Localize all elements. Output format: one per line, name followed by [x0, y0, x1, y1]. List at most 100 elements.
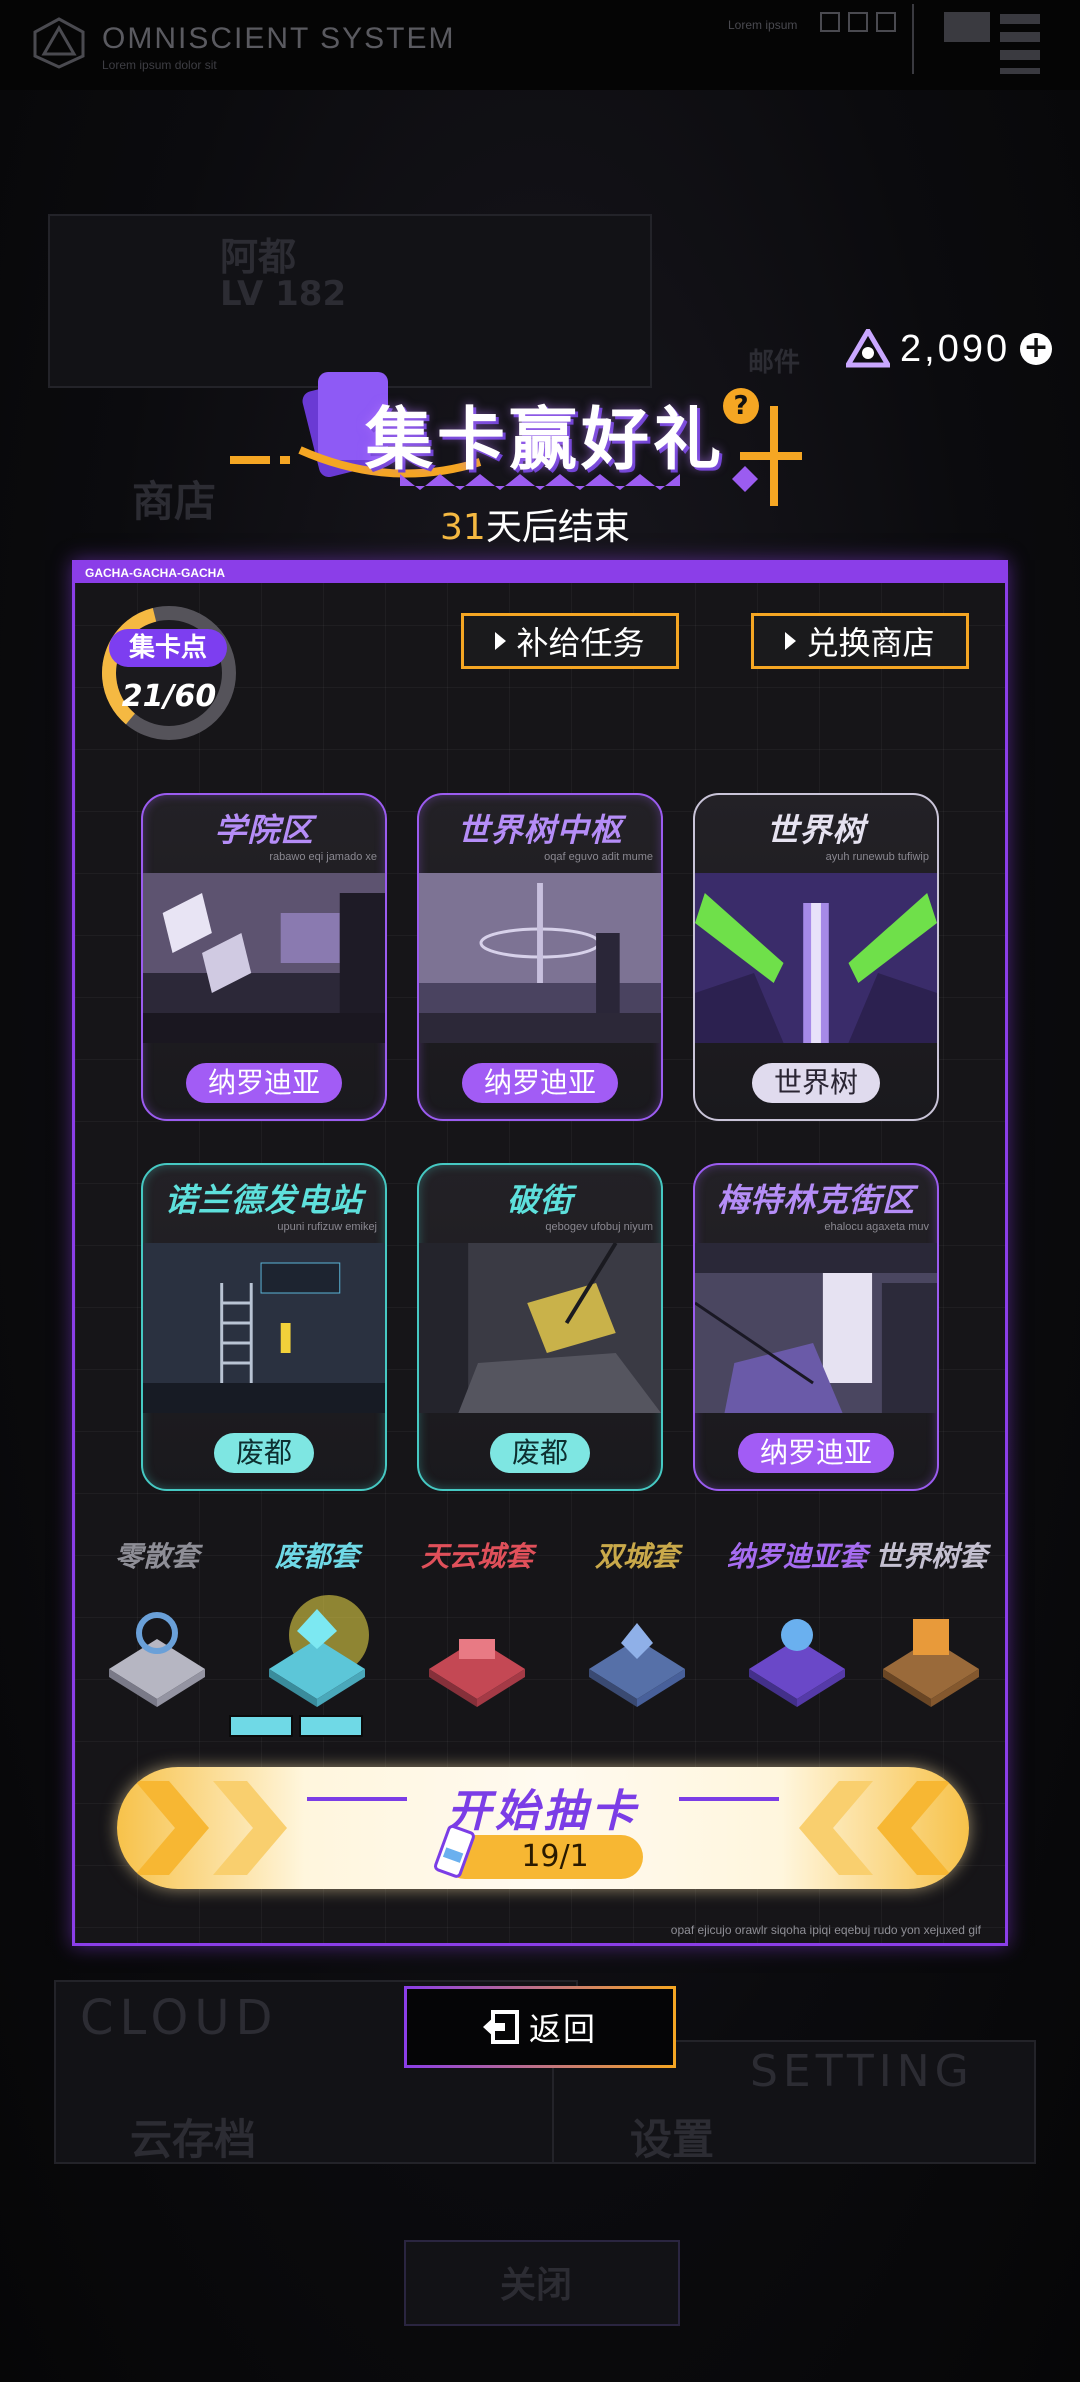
panel-header-text: GACHA-GACHA-GACHA [85, 566, 225, 580]
gacha-panel: GACHA-GACHA-GACHA 集卡点 21/60 补给任务 兑换商店 学院… [72, 560, 1008, 1946]
card-tag: 纳罗迪亚 [185, 1063, 343, 1103]
card-subtitle: ayuh runewub tufiwip [825, 851, 929, 863]
days-suffix: 天后结束 [485, 507, 630, 548]
play-icon [785, 632, 797, 650]
divider [912, 4, 914, 74]
gem-icon [846, 329, 890, 368]
set-name: 天云城套 [420, 1540, 533, 1573]
checkbox-icon [820, 12, 840, 32]
card-name: 学院区 [214, 811, 314, 849]
system-title: OMNISCIENT SYSTEM [102, 22, 456, 55]
set-shuangcheng[interactable]: 双城套 [559, 1535, 715, 1745]
system-logo-icon [33, 17, 85, 69]
shop-label: 商店 [132, 477, 217, 526]
supply-task-label: 补给任务 [516, 624, 645, 662]
card-subtitle: ehalocu agaxeta muv [824, 1221, 929, 1233]
set-icon-sky-city [429, 1639, 525, 1707]
event-title: 集卡赢好礼 [365, 401, 726, 480]
exchange-shop-label: 兑换商店 [806, 624, 935, 662]
set-name: 纳罗迪亚套 [726, 1540, 867, 1573]
card-art-world-tree-core [419, 873, 661, 1043]
set-icon-ruined-city [269, 1595, 369, 1707]
checkbox-icon [876, 12, 896, 32]
close-label: 关闭 [500, 2265, 573, 2306]
points-ring: 集卡点 21/60 [99, 603, 239, 743]
card-subtitle: oqaf eguvo adit mume [544, 851, 653, 863]
draw-label: 开始抽卡 [447, 1786, 639, 1837]
set-name: 废都套 [274, 1540, 359, 1573]
card-meitelinke[interactable]: 梅特林克街区 ehalocu agaxeta muv 纳罗迪亚 [693, 1163, 939, 1491]
card-name: 世界树中枢 [457, 811, 623, 849]
progress-ring-icon [102, 606, 236, 740]
card-name: 世界树 [766, 811, 866, 849]
card-name: 诺兰德发电站 [164, 1181, 363, 1219]
currency-amount: 2,090 [900, 327, 1011, 370]
set-name: 双城套 [594, 1540, 679, 1573]
set-shijieshu[interactable]: 世界树套 [853, 1535, 1009, 1745]
play-icon [495, 632, 507, 650]
progress-segment [299, 1715, 363, 1737]
setting-caption: SETTING [750, 2046, 974, 2097]
bars-icon [1000, 14, 1040, 74]
card-nuolande[interactable]: 诺兰德发电站 upuni rufizuw emikej 废都 [141, 1163, 387, 1491]
set-icon-gear [109, 1612, 205, 1707]
set-icon-twin-city [589, 1623, 685, 1707]
start-draw-button[interactable]: 开始抽卡 19/1 [117, 1767, 969, 1889]
cloud-caption: CLOUD [80, 1990, 279, 2046]
card-art-maeterlinck [695, 1243, 937, 1413]
card-tag: 纳罗迪亚 [461, 1063, 619, 1103]
set-feidu[interactable]: 废都套 [239, 1535, 395, 1745]
card-tag: 废都 [489, 1433, 591, 1473]
set-tianyuncheng[interactable]: 天云城套 [399, 1535, 555, 1745]
cloud-save-label: 云存档 [130, 2115, 257, 2164]
set-icon-world-tree [883, 1619, 979, 1707]
supply-task-button[interactable]: 补给任务 [461, 613, 679, 669]
set-lingsan[interactable]: 零散套 [79, 1535, 235, 1745]
return-icon [482, 2010, 519, 2044]
system-right-text: Lorem ipsum [728, 18, 798, 32]
event-title-block: 集卡赢好礼 ? 31天后结束 [230, 362, 810, 552]
player-level: LV 182 [220, 274, 347, 314]
card-pojie[interactable]: 破街 qebogev ufobuj niyum 废都 [417, 1163, 663, 1491]
card-shijieshu[interactable]: 世界树 ayuh runewub tufiwip 世界树 [693, 793, 939, 1121]
set-naluodiya[interactable]: 纳罗迪亚套 [719, 1535, 875, 1745]
set-progress [229, 1715, 363, 1737]
card-tag: 废都 [213, 1433, 315, 1473]
return-label: 返回 [528, 2010, 597, 2048]
panel-footer: opaf ejicujo orawlr siqoha ipiqi eqebuj … [670, 1923, 981, 1937]
set-icon-nalodia [749, 1619, 845, 1707]
system-subtitle: Lorem ipsum dolor sit [102, 58, 217, 72]
card-tag: 纳罗迪亚 [737, 1433, 895, 1473]
card-subtitle: upuni rufizuw emikej [277, 1221, 377, 1233]
points-label: 集卡点 [109, 629, 227, 667]
card-name: 梅特林克街区 [716, 1181, 915, 1219]
panel-icon [944, 12, 990, 42]
card-subtitle: qebogev ufobuj niyum [545, 1221, 653, 1233]
card-art-world-tree [695, 873, 937, 1043]
return-button[interactable]: 返回 [404, 1986, 676, 2068]
days-number: 31 [440, 507, 486, 548]
card-xueyuanqu[interactable]: 学院区 rabawo eqi jamado xe 纳罗迪亚 [141, 793, 387, 1121]
progress-segment [229, 1715, 293, 1737]
card-subtitle: rabawo eqi jamado xe [269, 851, 377, 863]
settings-label: 设置 [630, 2115, 715, 2164]
currency-display: 2,090 + [846, 322, 1053, 376]
card-art-power-station [143, 1243, 385, 1413]
player-name: 阿都 [220, 235, 297, 279]
set-name: 零散套 [114, 1540, 199, 1573]
panel-header: GACHA-GACHA-GACHA [75, 563, 1005, 583]
card-shijieshu-zhongshu[interactable]: 世界树中枢 oqaf eguvo adit mume 纳罗迪亚 [417, 793, 663, 1121]
event-countdown: 31天后结束 [440, 498, 630, 550]
set-name: 世界树套 [874, 1540, 987, 1573]
card-art-broken-street [419, 1243, 661, 1413]
plus-icon[interactable]: + [1020, 333, 1053, 365]
card-name: 破街 [506, 1181, 573, 1219]
card-art-academy [143, 873, 385, 1043]
ticket-icon [434, 1824, 475, 1878]
system-bar: OMNISCIENT SYSTEM Lorem ipsum dolor sit … [0, 0, 1080, 90]
help-icon[interactable]: ? [723, 388, 759, 424]
card-tag: 世界树 [751, 1063, 881, 1103]
points-value: 21/60 [121, 679, 217, 714]
exchange-shop-button[interactable]: 兑换商店 [751, 613, 969, 669]
checkbox-icon [848, 12, 868, 32]
